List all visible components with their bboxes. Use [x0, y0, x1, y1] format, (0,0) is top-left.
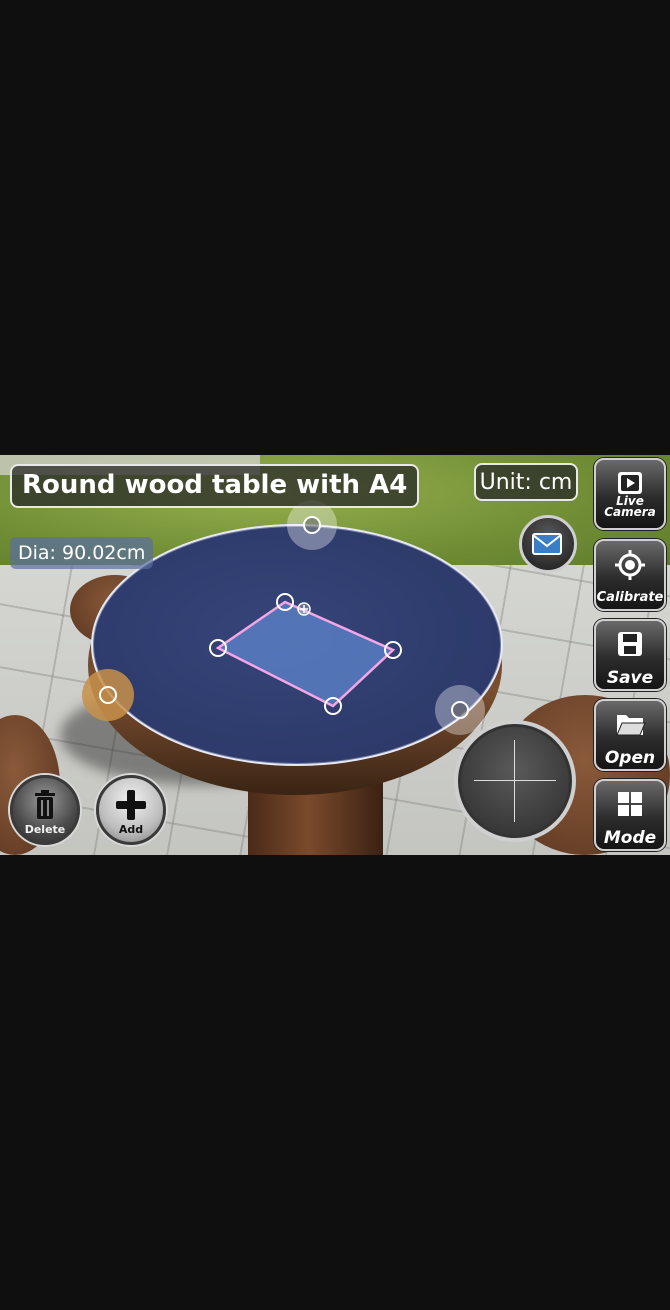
save-button[interactable]: Save [594, 619, 666, 691]
trash-icon [35, 790, 55, 819]
measurement-title[interactable]: Round wood table with A4 [10, 464, 420, 508]
open-label: Open [604, 748, 656, 768]
live-camera-button[interactable]: Live Camera [594, 458, 666, 530]
calibrate-label: Calibrate [596, 590, 664, 605]
grid-icon [618, 792, 642, 816]
calibrate-button[interactable]: Calibrate [594, 539, 666, 611]
mode-button[interactable]: Mode [594, 779, 666, 851]
mode-label: Mode [603, 828, 657, 848]
fine-adjust-joystick[interactable] [454, 720, 576, 842]
add-button[interactable]: Add [96, 775, 166, 845]
folder-icon [616, 715, 646, 736]
unit-selector[interactable]: Unit: cm [474, 463, 578, 501]
share-button[interactable] [519, 515, 577, 573]
crosshair-icon [615, 550, 645, 580]
add-label: Add [118, 823, 144, 836]
camera-label: Camera [604, 505, 656, 519]
ellipse-handle-left-active [82, 669, 134, 721]
mail-icon [532, 533, 562, 555]
save-label: Save [606, 668, 654, 688]
crosshair-vertical [514, 740, 515, 822]
crosshair-horizontal [474, 780, 556, 781]
plus-icon [116, 790, 146, 820]
diameter-readout: Dia: 90.02cm [10, 537, 154, 569]
delete-label: Delete [24, 823, 66, 836]
camera-view[interactable]: Round wood table with A4 Unit: cm Dia: 9… [0, 455, 670, 855]
open-button[interactable]: Open [594, 699, 666, 771]
floppy-disk-icon [618, 632, 642, 656]
delete-button[interactable]: Delete [10, 775, 80, 845]
